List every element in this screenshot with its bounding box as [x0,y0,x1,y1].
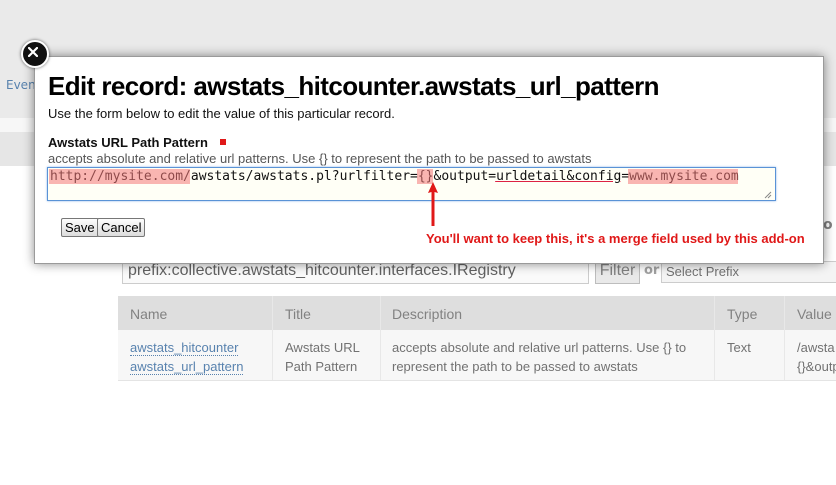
field-label: Awstats URL Path Pattern [48,135,208,150]
textarea-resize-grip-icon[interactable] [763,190,772,199]
required-field-marker [220,139,226,145]
cancel-button[interactable]: Cancel [97,218,146,237]
save-button[interactable]: Save [61,218,99,237]
field-help-text: accepts absolute and relative url patter… [48,151,592,166]
close-modal-button[interactable] [21,40,49,68]
annotation-arrow-icon [428,182,438,226]
modal-title: Edit record: awstats_hitcounter.awstats_… [48,71,660,101]
modal-description: Use the form below to edit the value of … [48,106,395,121]
annotation-note: You'll want to keep this, it's a merge f… [426,231,805,246]
url-pattern-textarea[interactable]: http://mysite.com/awstats/awstats.pl?url… [47,167,776,201]
close-icon [28,47,38,57]
